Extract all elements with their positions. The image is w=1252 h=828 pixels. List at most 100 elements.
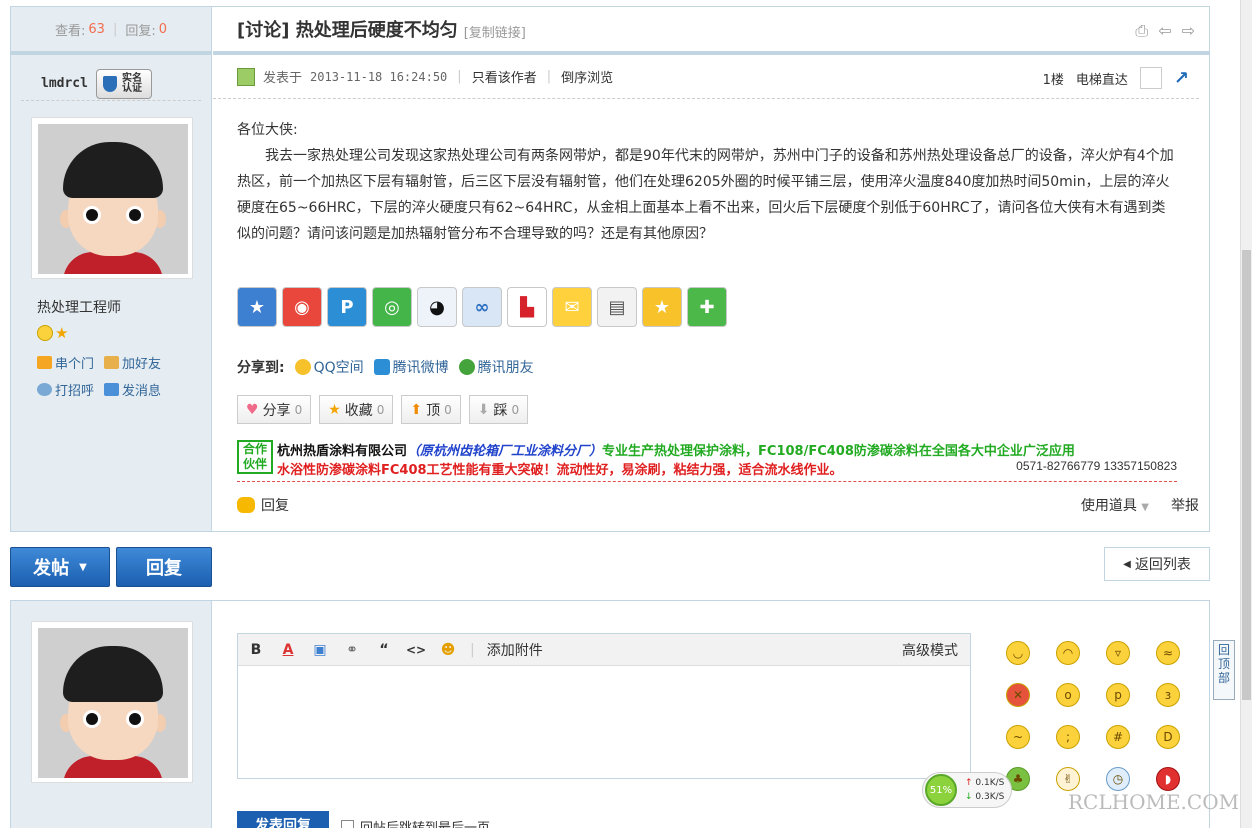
back-to-top-button[interactable]: 回顶部: [1213, 640, 1235, 700]
lips-icon[interactable]: ◗: [1156, 767, 1180, 791]
qzone-small-icon: [294, 359, 311, 375]
ad-line-1: 杭州热盾涂料有限公司（原杭州齿轮箱厂工业涂料分厂）专业生产热处理保护涂料，FC1…: [277, 440, 1075, 459]
jump-icon[interactable]: ↗: [1174, 68, 1189, 89]
share-weibo-link[interactable]: 腾讯微博: [373, 357, 449, 377]
more-share-icon[interactable]: ✚: [687, 287, 727, 327]
shocked-icon[interactable]: o: [1056, 683, 1080, 707]
replies-count: 0: [158, 21, 167, 37]
link-icon[interactable]: ⚭: [342, 640, 362, 660]
favorite-icon[interactable]: ★: [642, 287, 682, 327]
bold-icon[interactable]: B: [246, 640, 266, 660]
tools-menu[interactable]: 使用道具 ▼: [1081, 495, 1149, 515]
verified-badge[interactable]: 实名认证: [95, 68, 152, 99]
page-scrollbar[interactable]: [1240, 0, 1252, 828]
share-button[interactable]: ♥ 分享 0: [237, 395, 312, 424]
tencent-weibo-small-icon: [373, 359, 390, 375]
views-count: 63: [88, 21, 105, 37]
victory-icon[interactable]: ✌: [1056, 767, 1080, 791]
message-link[interactable]: 发消息: [104, 380, 161, 399]
print-icon[interactable]: ⎙: [1135, 21, 1148, 41]
network-speed-widget[interactable]: 51% ↑ 0.1K/S ↓ 0.3K/S: [922, 772, 1012, 808]
advertisement[interactable]: 合作伙伴 杭州热盾涂料有限公司（原杭州齿轮箱厂工业涂料分厂）专业生产热处理保护涂…: [237, 438, 1177, 482]
add-friend-link[interactable]: 加好友: [104, 353, 161, 372]
copy-link[interactable]: [复制链接]: [464, 22, 526, 41]
scrollbar-thumb[interactable]: [1242, 250, 1251, 700]
favorite-button[interactable]: ★ 收藏 0: [319, 395, 394, 424]
grin-icon[interactable]: ▿: [1106, 641, 1130, 665]
clover-icon: [458, 359, 475, 375]
laugh-icon[interactable]: D: [1156, 725, 1180, 749]
clock-icon[interactable]: ◷: [1106, 767, 1130, 791]
upload-speed: 0.1K/S: [975, 778, 1005, 788]
wechat-icon[interactable]: ◎: [372, 287, 412, 327]
kaixin-icon[interactable]: ▙: [507, 287, 547, 327]
shield-icon: [102, 75, 117, 92]
handshake-icon: [104, 356, 120, 369]
new-post-button[interactable]: 发帖 ▼: [10, 547, 110, 587]
angry-icon[interactable]: ✕: [1006, 683, 1030, 707]
ad-phone: 0571-82766779 13357150823: [1016, 459, 1177, 473]
report-link[interactable]: 举报: [1171, 495, 1199, 515]
cry-icon[interactable]: ≈: [1156, 641, 1180, 665]
submit-reply-button[interactable]: 发表回复: [237, 811, 329, 828]
star-icon: ★: [55, 324, 69, 342]
thread-stats: 查看: 63 | 回复: 0: [11, 7, 211, 55]
floor-input[interactable]: [1139, 67, 1162, 89]
posted-label: 发表于: [263, 71, 303, 86]
reply-textarea[interactable]: [238, 666, 970, 778]
jump-checkbox[interactable]: [341, 820, 354, 828]
next-thread-icon[interactable]: ⇨: [1182, 21, 1195, 41]
author-sidebar: 查看: 63 | 回复: 0 lmdrcl 实名认证 热处理工程师 ★ 串个门 …: [11, 7, 212, 531]
footer-right: 使用道具 ▼ 举报: [1081, 495, 1199, 515]
toolbar-divider: |: [470, 641, 475, 658]
kiss-icon[interactable]: з: [1156, 683, 1180, 707]
emoji-icon[interactable]: ☻: [438, 640, 458, 660]
author-name[interactable]: lmdrcl: [41, 76, 88, 91]
home-icon: [37, 356, 52, 369]
memory-usage-indicator: 51%: [925, 774, 957, 806]
share-friends-link[interactable]: 腾讯朋友: [458, 357, 534, 377]
post-content: 各位大侠: 我去一家热处理公司发现这家热处理公司有两条网带炉，都是90年代末的网…: [237, 117, 1187, 247]
jump-last-page-option[interactable]: 回帖后跳转到最后一页: [341, 817, 490, 828]
avatar[interactable]: [31, 117, 193, 279]
qzone-icon[interactable]: ★: [237, 287, 277, 327]
download-speed: 0.3K/S: [975, 792, 1005, 802]
visit-link[interactable]: 串个门: [37, 353, 94, 372]
sina-weibo-icon[interactable]: ◉: [282, 287, 322, 327]
clipboard-icon[interactable]: ▤: [597, 287, 637, 327]
primary-buttons: 发帖 ▼ 回复: [10, 547, 212, 587]
upvote-button[interactable]: ⬆ 顶 0: [401, 395, 461, 424]
reply-button[interactable]: 回复: [116, 547, 212, 587]
advanced-mode-link[interactable]: 高级模式: [902, 640, 958, 660]
grimace-icon[interactable]: #: [1106, 725, 1130, 749]
tencent-weibo-icon[interactable]: P: [327, 287, 367, 327]
wink-icon[interactable]: ;: [1056, 725, 1080, 749]
thread-post: 查看: 63 | 回复: 0 lmdrcl 实名认证 热处理工程师 ★ 串个门 …: [10, 6, 1210, 532]
reply-bubble-icon: [237, 497, 255, 513]
code-icon[interactable]: <>: [406, 640, 426, 660]
ad-line-2: 水浴性防渗碳涂料FC408工艺性能有重大突破！流动性好，易涂刷，粘结力强，适合流…: [277, 463, 843, 478]
share-qzone-link[interactable]: QQ空间: [294, 357, 364, 377]
qq-icon[interactable]: ◕: [417, 287, 457, 327]
smiley-icon: [37, 325, 53, 341]
share-to-label: 分享到:: [237, 360, 285, 376]
smile-icon[interactable]: ◡: [1006, 641, 1030, 665]
tongue-icon[interactable]: p: [1106, 683, 1130, 707]
reply-link[interactable]: 回复: [261, 495, 289, 515]
prev-thread-icon[interactable]: ⇦: [1158, 21, 1171, 41]
reverse-order-link[interactable]: 倒序浏览: [561, 67, 613, 86]
mail-icon[interactable]: ✉: [552, 287, 592, 327]
only-author-link[interactable]: 只看该作者: [472, 67, 537, 86]
downvote-button[interactable]: ⬇ 踩 0: [468, 395, 529, 424]
greet-link[interactable]: 打招呼: [37, 380, 94, 399]
sad-icon[interactable]: ◠: [1056, 641, 1080, 665]
back-to-list-button[interactable]: ◀ 返回列表: [1104, 547, 1210, 581]
renren-icon[interactable]: ∞: [462, 287, 502, 327]
think-icon[interactable]: ~: [1006, 725, 1030, 749]
share-weibo-label: 腾讯微博: [392, 360, 449, 376]
chevron-left-icon: ◀: [1123, 558, 1131, 570]
image-icon[interactable]: ▣: [310, 640, 330, 660]
attach-button[interactable]: 添加附件: [487, 640, 543, 660]
font-color-icon[interactable]: A: [278, 640, 298, 660]
quote-icon[interactable]: “: [374, 640, 394, 660]
